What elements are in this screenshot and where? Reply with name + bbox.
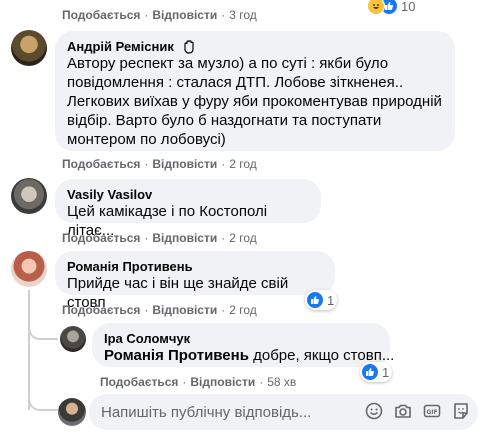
reply-composer: GIF [89,394,478,430]
reply-link[interactable]: Відповісти [152,8,217,22]
reply-link[interactable]: Відповісти [152,157,217,171]
current-user-avatar[interactable] [58,398,86,426]
reaction-count: 1 [382,364,390,380]
comment-actions: Подобається · Відповісти · 58 хв [100,375,296,389]
reaction-count: 10 [401,0,416,14]
separator-dot: · [221,8,226,22]
comment-text: Автору респект за музло) а по суті : якб… [67,54,443,149]
comment-bubble: Андрій Ремісник Автору респект за музло)… [55,31,455,151]
comment-actions: Подобається · Відповісти · 2 год [62,231,257,245]
like-link[interactable]: Подобається [100,375,178,389]
comment-author[interactable]: Vasily Vasilov [67,187,152,202]
comment-author-row: Романія Противень [67,259,323,274]
separator-dot: · [144,303,149,317]
separator-dot: · [221,303,226,317]
comment-text-line: Легкових виїхав у фуру яби прокоментував… [67,93,442,110]
reply-link[interactable]: Відповісти [152,231,217,245]
mention-link[interactable]: Романія Противень [104,347,249,364]
like-reaction-icon [306,291,324,309]
like-link[interactable]: Подобається [62,231,140,245]
comment-author-row: Vasily Vasilov [67,187,309,202]
emoji-icon[interactable] [365,402,383,420]
timestamp: 2 год [229,303,257,317]
timestamp: 2 год [229,231,257,245]
like-link[interactable]: Подобається [62,8,140,22]
separator-dot: · [221,157,226,171]
avatar[interactable] [11,178,47,214]
separator-dot: · [144,8,149,22]
thread-connector [28,320,58,340]
composer-tools: GIF [365,402,470,420]
reaction-badge[interactable]: 1 [360,362,393,382]
reaction-badge-top[interactable]: 10 [366,0,418,16]
comment-author[interactable]: Іра Соломчук [104,331,190,346]
like-reaction-icon [361,363,379,381]
svg-text:GIF: GIF [426,409,437,416]
separator-dot: · [259,375,264,389]
camera-icon[interactable] [394,402,412,420]
comment-actions: Подобається · Відповісти · 2 год [62,303,257,317]
separator-dot: · [182,375,187,389]
comment-bubble: Романія Противень Прийде час і він ще зн… [55,251,335,311]
comment-text: Романія Противень добре, якщо стовп... [104,346,394,365]
comment-text-line: монтером по лобовусі) [67,131,226,148]
separator-dot: · [144,231,149,245]
comment-author-row: Іра Соломчук [104,331,378,346]
comment-bubble: Vasily Vasilov Цей камікадзе і по Костоп… [55,179,321,239]
timestamp: 3 год [229,8,257,22]
separator-dot: · [221,231,226,245]
gif-icon[interactable]: GIF [423,402,441,420]
reply-input[interactable] [101,403,341,421]
comment-author[interactable]: Андрій Ремісник [67,39,174,54]
avatar[interactable] [11,251,47,287]
separator-dot: · [144,157,149,171]
reaction-count: 1 [327,292,335,308]
reaction-badge[interactable]: 1 [305,290,338,310]
comment-author-row: Андрій Ремісник [67,39,443,54]
sticker-icon[interactable] [452,402,470,420]
timestamp: 58 хв [267,375,297,389]
reply-link[interactable]: Відповісти [152,303,217,317]
like-link[interactable]: Подобається [62,157,140,171]
timestamp: 2 год [229,157,257,171]
comment-text-line: Автору респект за музло) а по суті : якб… [67,55,389,72]
comment-text-line: повідомлення : сталася ДТП. Лобове зіткн… [67,74,404,91]
waving-hand-icon [182,39,196,54]
comment-actions-top: Подобається · Відповісти · 3 год [62,8,257,22]
comment-author[interactable]: Романія Противень [67,259,193,274]
thread-connector [28,393,58,411]
avatar[interactable] [11,30,47,66]
reply-bubble: Іра Соломчук Романія Противень добре, як… [92,323,394,367]
comment-text-line: відбір. Варто було б наздогнати та посту… [67,112,382,129]
avatar[interactable] [60,326,86,352]
comment-actions: Подобається · Відповісти · 2 год [62,157,257,171]
reply-link[interactable]: Відповісти [190,375,255,389]
like-link[interactable]: Подобається [62,303,140,317]
